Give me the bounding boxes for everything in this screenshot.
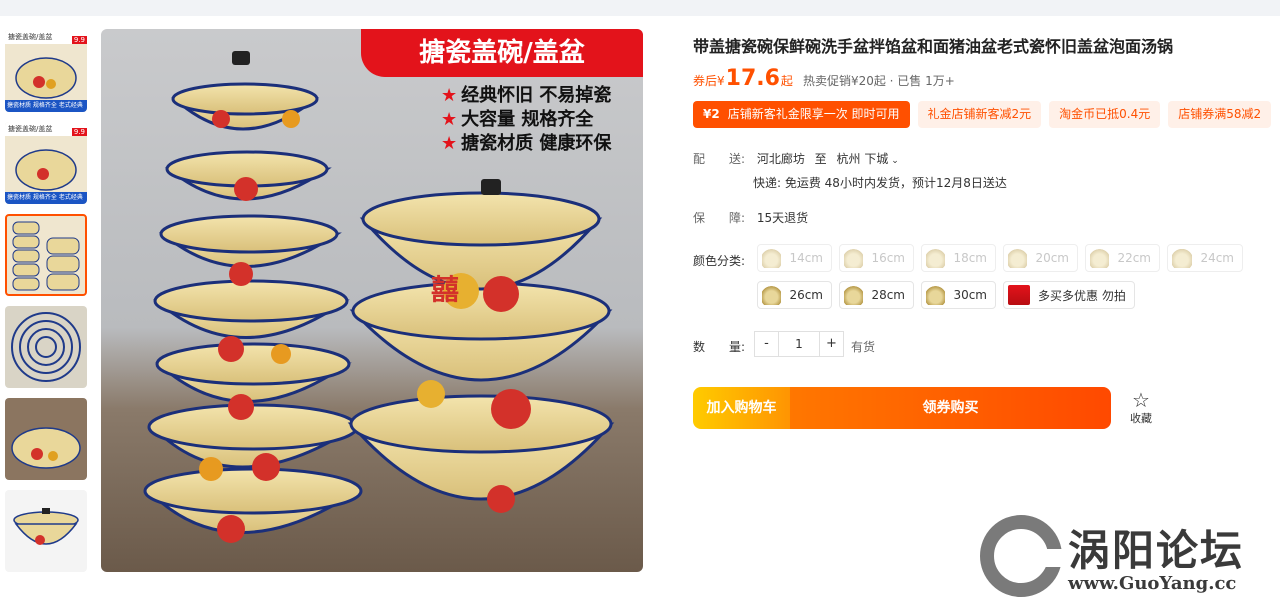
bowl-thumbnail-icon [844, 285, 864, 305]
thumbnail-bowl-side-image [11, 427, 81, 469]
bowl-thumbnail-icon [926, 248, 946, 268]
delivery-from: 河北廊坊 [756, 152, 805, 166]
bowl-thumbnail-icon [1090, 248, 1110, 268]
product-title: 带盖搪瓷碗保鲜碗洗手盆拌馅盆和面猪油盆老式瓷怀旧盖盆泡面汤锅 [693, 37, 1174, 56]
thumbnail-6[interactable] [5, 490, 87, 572]
coupon-row: ¥2 店铺新客礼金限享一次 即时可用 礼金店铺新客减2元 淘金币已抵0.4元 店铺… [693, 101, 1272, 128]
favorite-button[interactable]: ☆ 收藏 [1127, 390, 1155, 426]
thumbnail-lidded-bowl-image [13, 508, 79, 545]
price-label: 券后¥ [693, 74, 725, 88]
image-feature: ★ 经典怀旧 不易掉瓷 [441, 85, 612, 106]
thumbnail-2[interactable]: 搪瓷盖碗/盖盆 9.9 搪瓷材质 规格齐全 老式经典 [5, 122, 87, 204]
coupon-text: 店铺新客礼金限享一次 即时可用 [727, 107, 900, 121]
add-to-cart-button[interactable]: 加入购物车 [693, 387, 790, 429]
guarantee-label: 保 障: [693, 211, 746, 225]
thumbnail-1[interactable]: 搪瓷盖碗/盖盆 9.9 搪瓷材质 规格齐全 老式经典 [5, 30, 87, 112]
bowl-thumbnail-icon [844, 248, 864, 268]
buy-now-button[interactable]: 领券购买 [790, 387, 1111, 429]
sku-option-28cm[interactable]: 28cm [839, 281, 914, 309]
thumbnail-footer: 搪瓷材质 规格齐全 老式经典 [5, 100, 87, 112]
bowl-thumbnail-icon [762, 285, 782, 305]
image-feature: ★ 大容量 规格齐全 [441, 109, 594, 130]
stock-status: 有货 [851, 340, 876, 354]
delivery-to-word: 至 [814, 152, 827, 166]
thumbnail-footer: 搪瓷材质 规格齐全 老式经典 [5, 192, 87, 204]
thumbnail-list: 搪瓷盖碗/盖盆 9.9 搪瓷材质 规格齐全 老式经典 搪瓷盖碗/盖盆 9.9 搪… [5, 30, 87, 582]
star-outline-icon: ☆ [1132, 388, 1150, 412]
watermark-name: 涡阳论坛 [1068, 526, 1245, 575]
sku-option-26cm[interactable]: 26cm [757, 281, 832, 309]
quantity-stepper: - 1 + [754, 331, 844, 357]
sku-option-16cm[interactable]: 16cm [839, 244, 914, 272]
sku-label: 颜色分类: [693, 254, 746, 268]
quantity-plus-button[interactable]: + [819, 331, 844, 357]
sku-option-22cm[interactable]: 22cm [1085, 244, 1160, 272]
quantity-minus-button[interactable]: - [754, 331, 779, 357]
sku-option-24cm[interactable]: 24cm [1167, 244, 1243, 272]
coupon-taojinbi[interactable]: 淘金币已抵0.4元 [1049, 101, 1161, 128]
price-value: 17.6 [725, 66, 780, 91]
star-icon: ★ [441, 85, 458, 106]
sku-option-18cm[interactable]: 18cm [921, 244, 996, 272]
bowl-thumbnail-icon [1172, 248, 1193, 268]
thumbnail-stacked-bowls-image [12, 221, 80, 291]
delivery-label: 配 送: [693, 152, 746, 166]
star-icon: ★ [441, 109, 458, 130]
delivery-detail: 快递: 免运费 48小时内发货，预计12月8日送达 [753, 176, 1007, 190]
coupon-store[interactable]: 店铺券满58减2 [1168, 101, 1272, 128]
sku-option-30cm[interactable]: 30cm [921, 281, 996, 309]
thumbnail-nested-bowls-image [11, 312, 81, 382]
sku-option-14cm[interactable]: 14cm [757, 244, 832, 272]
svg-text:囍: 囍 [431, 273, 459, 306]
main-product-image[interactable]: 囍 搪瓷盖碗/盖盆 ★ 经典怀旧 不易掉瓷 ★ 大容量 规格齐全 ★ 搪瓷材质 健康环… [101, 29, 643, 572]
delivery-row: 配 送: 河北廊坊 至 杭州 下城 ⌄ [693, 150, 899, 167]
favorite-label: 收藏 [1130, 412, 1152, 425]
guarantee-row: 保 障: 15天退货 [693, 209, 808, 226]
star-icon: ★ [441, 133, 458, 154]
bowl-thumbnail-icon [762, 248, 782, 268]
price-suffix: 起 [780, 74, 793, 88]
sku-option-multi-buy[interactable]: 多买多优惠 勿拍 [1003, 281, 1135, 309]
image-banner: 搪瓷盖碗/盖盆 [361, 29, 643, 77]
bowl-thumbnail-icon [926, 285, 946, 305]
coupon-amount: ¥2 [703, 107, 720, 121]
thumbnail-4[interactable] [5, 306, 87, 388]
top-bar [0, 0, 1280, 16]
guarantee-value: 15天退货 [756, 211, 809, 225]
bowl-thumbnail-icon [1008, 248, 1028, 268]
image-feature: ★ 搪瓷材质 健康环保 [441, 133, 612, 154]
quantity-input[interactable]: 1 [779, 331, 819, 357]
promo-text: 热卖促销¥20起 · 已售 1万+ [802, 74, 955, 88]
g-logo-icon [980, 515, 1062, 597]
price-row: 券后¥ 17.6 起 热卖促销¥20起 · 已售 1万+ [693, 66, 955, 91]
coupon-gift[interactable]: 礼金店铺新客减2元 [917, 101, 1042, 128]
sku-option-20cm[interactable]: 20cm [1003, 244, 1078, 272]
watermark-url: www.GuoYang.cc [1068, 573, 1237, 594]
coupon-new-customer[interactable]: ¥2 店铺新客礼金限享一次 即时可用 [693, 101, 910, 128]
delivery-destination[interactable]: 杭州 下城 ⌄ [837, 152, 899, 166]
thumbnail-5[interactable] [5, 398, 87, 480]
thumbnail-3[interactable] [5, 214, 87, 296]
purchase-buttons: 加入购物车 领券购买 [693, 387, 1111, 429]
quantity-label: 数 量: [693, 340, 746, 354]
watermark: 涡阳论坛 www.GuoYang.cc [980, 515, 1270, 600]
promo-thumbnail-icon [1008, 285, 1030, 305]
chevron-down-icon: ⌄ [888, 156, 899, 166]
